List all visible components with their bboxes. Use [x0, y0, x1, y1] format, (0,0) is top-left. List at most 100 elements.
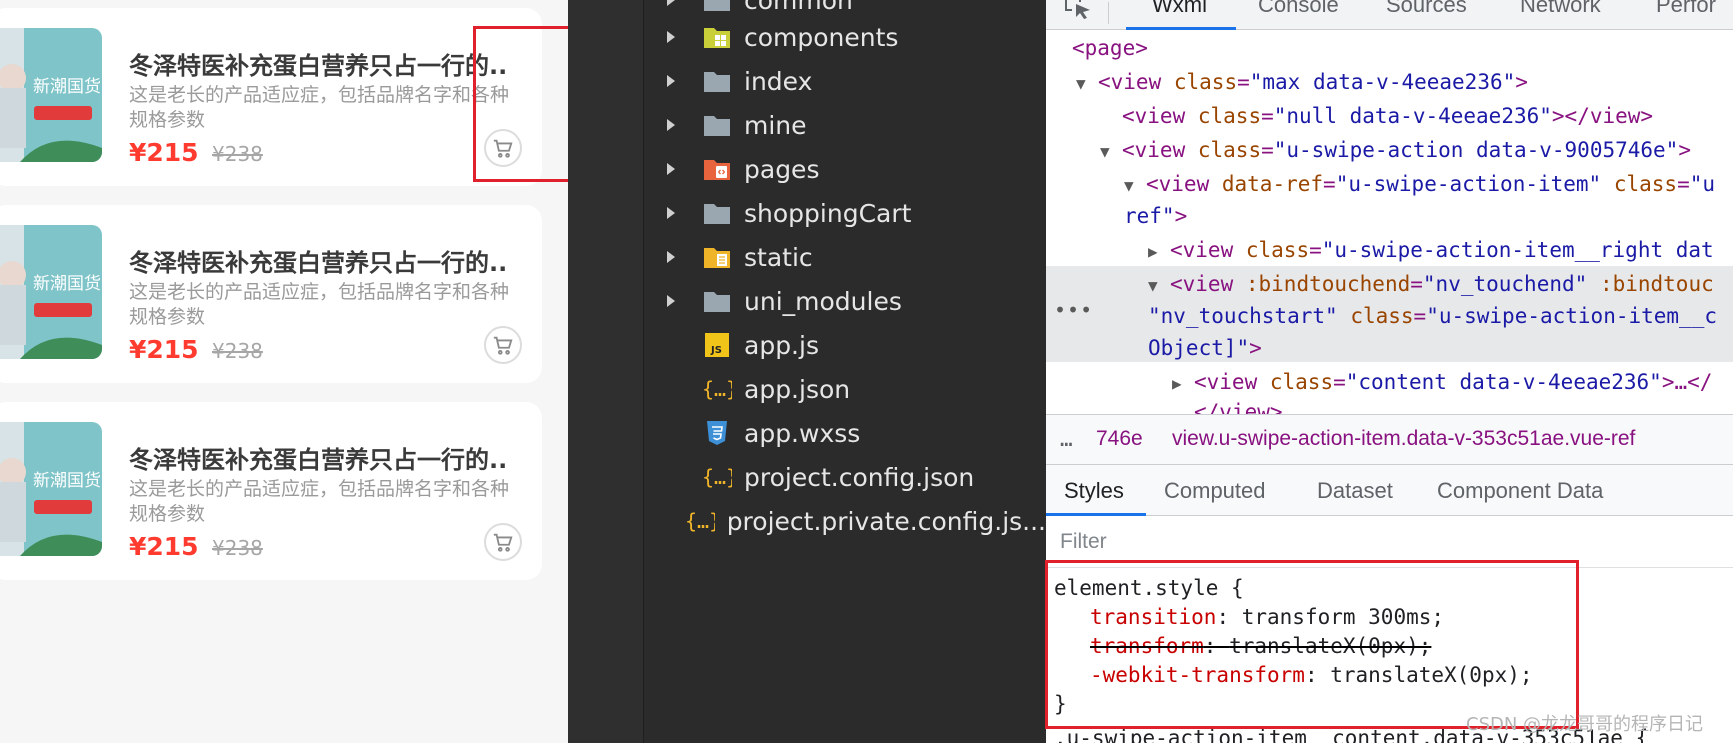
tree-item-label: project.private.config.js... [726, 506, 1046, 536]
breadcrumb-item[interactable]: 746e [1096, 427, 1143, 451]
breadcrumb-ellipsis[interactable]: … [1060, 427, 1073, 451]
tree-item-label: uni_modules [744, 286, 902, 316]
tree-item-label: common [744, 0, 853, 15]
product-price: ¥215 [129, 138, 199, 167]
dom-node-item-content-selected[interactable]: ▼ <view :bindtouchend="nv_touchend" :bind… [1148, 268, 1714, 300]
product-desc: 这是老长的产品适应症，包括品牌名字和各种规格参数 [129, 478, 510, 525]
breadcrumb-item-selected[interactable]: view.u-swipe-action-item.data-v-353c51ae… [1172, 427, 1635, 451]
tab-computed[interactable]: Computed [1164, 478, 1266, 504]
tree-item-components[interactable]: components [644, 15, 1046, 59]
dom-node-continuation: Object]"> [1148, 336, 1262, 360]
product-card[interactable]: 新潮国货 冬泽特医补充蛋白营养只占一行的... 这是老长的产品适应症，包括品牌名… [0, 8, 542, 186]
tab-separator [1108, 2, 1109, 24]
expand-arrow-icon[interactable] [660, 30, 682, 44]
styles-tab-bar: Styles Computed Dataset Component Data [1046, 464, 1733, 516]
inspect-element-icon[interactable] [1064, 0, 1094, 25]
tab-sources[interactable]: Sources [1386, 0, 1467, 18]
file-explorer: common components index mine pages shopp… [568, 0, 1046, 743]
tree-item-label: shoppingCart [744, 198, 912, 228]
dom-node-page[interactable]: <page> [1072, 32, 1148, 64]
collapse-triangle-icon[interactable]: ▼ [1076, 68, 1098, 100]
json-file-icon: {…} [702, 462, 732, 492]
expand-arrow-icon[interactable] [660, 162, 682, 176]
product-title: 冬泽特医补充蛋白营养只占一行的... [129, 446, 509, 474]
devtools-tab-bar: Wxml Console Sources Network Perfor [1046, 0, 1733, 30]
tab-network[interactable]: Network [1520, 0, 1601, 18]
cart-icon [493, 533, 513, 552]
tab-styles[interactable]: Styles [1064, 478, 1124, 504]
dom-node-max[interactable]: ▼ <view class="max data-v-4eeae236"> [1076, 66, 1528, 98]
product-price: ¥215 [129, 532, 199, 561]
tree-item-project-config[interactable]: {…} project.config.json [644, 455, 1046, 499]
css-file-icon [702, 418, 732, 448]
dom-node-null[interactable]: <view class="null data-v-4eeae236"></vie… [1122, 100, 1653, 132]
product-desc: 这是老长的产品适应症，包括品牌名字和各种规格参数 [129, 281, 510, 328]
collapse-triangle-icon[interactable]: ▼ [1100, 136, 1122, 168]
styles-filter-input[interactable] [1060, 526, 1460, 558]
folder-icon [702, 0, 732, 15]
expand-arrow-icon[interactable] [660, 118, 682, 132]
expand-arrow-icon[interactable] [660, 0, 682, 7]
expand-arrow-icon[interactable] [660, 206, 682, 220]
tree-item-static[interactable]: static [644, 235, 1046, 279]
product-thumbnail: 新潮国货 [0, 28, 102, 162]
tree-item-pages[interactable]: pages [644, 147, 1046, 191]
tab-dataset[interactable]: Dataset [1317, 478, 1393, 504]
add-to-cart-button[interactable] [484, 326, 522, 364]
collapse-triangle-icon[interactable]: ▼ [1148, 270, 1170, 302]
dom-node-swipe-action[interactable]: ▼ <view class="u-swipe-action data-v-9005… [1100, 134, 1691, 166]
dom-node-closing: </view> [1194, 400, 1283, 414]
product-old-price: ¥238 [212, 536, 263, 560]
watermark: CSDN @龙龙哥哥的程序日记 [1466, 714, 1704, 735]
product-title: 冬泽特医补充蛋白营养只占一行的... [129, 52, 509, 80]
thumb-text: 新潮国货 [33, 274, 101, 294]
svg-text:JS: JS [710, 345, 722, 356]
expand-arrow-icon[interactable] [660, 250, 682, 264]
svg-text:{…}: {…} [702, 377, 732, 401]
svg-text:{…}: {…} [702, 465, 732, 489]
thumb-text: 新潮国货 [33, 77, 101, 97]
product-thumbnail: 新潮国货 [0, 422, 102, 556]
collapse-triangle-icon[interactable]: ▼ [1124, 170, 1146, 202]
add-to-cart-button[interactable] [484, 523, 522, 561]
expand-arrow-icon[interactable] [660, 294, 682, 308]
tree-item-app-js[interactable]: JS app.js [644, 323, 1046, 367]
dom-node-content[interactable]: ▶ <view class="content data-v-4eeae236">…… [1172, 366, 1712, 398]
tree-item-app-wxss[interactable]: app.wxss [644, 411, 1046, 455]
tree-item-app-json[interactable]: {…} app.json [644, 367, 1046, 411]
tree-item-mine[interactable]: mine [644, 103, 1046, 147]
product-desc: 这是老长的产品适应症，包括品牌名字和各种规格参数 [129, 84, 510, 131]
tab-wxml[interactable]: Wxml [1152, 0, 1207, 18]
tree-item-label: app.json [744, 374, 851, 404]
expand-triangle-icon[interactable]: ▶ [1172, 368, 1194, 400]
product-old-price: ¥238 [212, 339, 263, 363]
svg-text:{…}: {…} [685, 509, 715, 533]
components-folder-icon [702, 22, 732, 52]
cart-icon [493, 336, 513, 355]
tree-item-index[interactable]: index [644, 59, 1046, 103]
dom-tree: ••• <page> ▼ <view class="max data-v-4eea… [1046, 30, 1733, 414]
tree-item-label: mine [744, 110, 807, 140]
product-price: ¥215 [129, 335, 199, 364]
folder-icon [702, 286, 732, 316]
json-file-icon: {…} [702, 374, 732, 404]
expand-triangle-icon[interactable]: ▶ [1148, 236, 1170, 268]
dom-node-continuation: "nv_touchstart" class="u-swipe-action-it… [1148, 304, 1717, 328]
tab-console[interactable]: Console [1258, 0, 1339, 18]
tab-performance[interactable]: Perfor [1656, 0, 1716, 18]
tab-component-data[interactable]: Component Data [1437, 478, 1603, 504]
product-card[interactable]: 新潮国货 冬泽特医补充蛋白营养只占一行的... 这是老长的产品适应症，包括品牌名… [0, 402, 542, 580]
dom-node-item-right[interactable]: ▶ <view class="u-swipe-action-item__right… [1148, 234, 1714, 266]
folder-icon [702, 66, 732, 96]
json-file-icon: {…} [685, 506, 715, 536]
more-options-icon[interactable]: ••• [1054, 298, 1093, 322]
tree-item-project-private-config[interactable]: {…} project.private.config.js... [644, 499, 1046, 543]
product-card[interactable]: 新潮国货 冬泽特医补充蛋白营养只占一行的... 这是老长的产品适应症，包括品牌名… [0, 205, 542, 383]
tree-item-label: app.js [744, 330, 819, 360]
tree-item-shoppingcart[interactable]: shoppingCart [644, 191, 1046, 235]
dom-node-swipe-action-item[interactable]: ▼ <view data-ref="u-swipe-action-item" cl… [1124, 168, 1715, 200]
dom-node-continuation: ref"> [1124, 204, 1188, 228]
expand-arrow-icon[interactable] [660, 74, 682, 88]
tree-item-label: index [744, 66, 813, 96]
tree-item-uni-modules[interactable]: uni_modules [644, 279, 1046, 323]
